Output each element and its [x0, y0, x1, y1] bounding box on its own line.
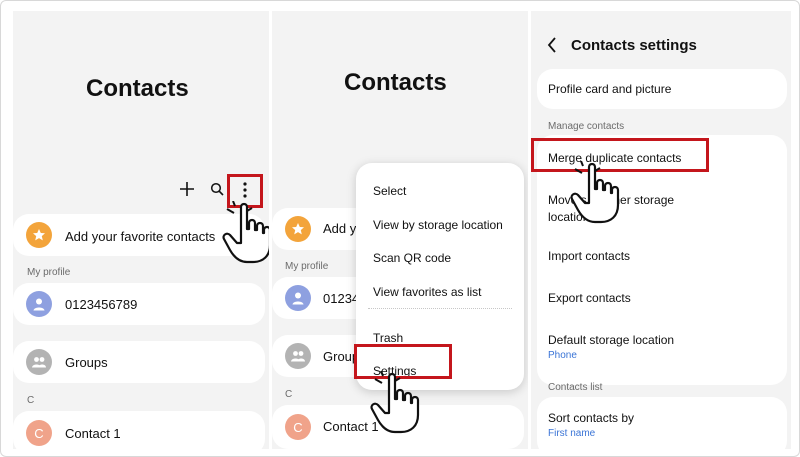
pointing-hand-icon [569, 160, 621, 225]
profile-card-row[interactable]: Profile card and picture [537, 69, 787, 109]
sort-contacts-row[interactable]: Sort contacts by First name [537, 397, 787, 449]
page-title: Contacts settings [571, 37, 697, 54]
profile-number: 0123456789 [65, 297, 138, 312]
profile-card-label: Profile card and picture [548, 82, 672, 96]
groups-icon [26, 349, 52, 375]
pointing-hand-icon [369, 370, 421, 435]
groups-icon [285, 343, 311, 369]
favorites-label: Add your favorite contacts [65, 229, 216, 244]
manage-contacts-header: Manage contacts [548, 121, 625, 132]
search-icon[interactable] [210, 182, 224, 196]
sort-contacts-value: First name [548, 428, 596, 439]
chevron-left-icon[interactable] [547, 37, 557, 53]
export-contacts-item[interactable]: Export contacts [548, 291, 631, 305]
menu-item-trash[interactable]: Trash [373, 331, 403, 345]
star-icon [285, 216, 311, 242]
plus-icon[interactable] [179, 181, 195, 197]
contact-avatar: C [26, 420, 52, 446]
import-contacts-item[interactable]: Import contacts [548, 249, 630, 263]
menu-divider [368, 308, 512, 309]
contacts-screen: Contacts Add your favorite contacts My p… [13, 11, 269, 449]
my-profile-header: My profile [27, 267, 71, 278]
contact-avatar: C [285, 414, 311, 440]
contacts-menu-screen: Contacts Add y My profile 01234 Group C … [272, 11, 528, 449]
profile-card[interactable]: 0123456789 [13, 283, 265, 325]
favorites-label: Add y [323, 221, 357, 236]
menu-item-favorites-list[interactable]: View favorites as list [373, 285, 482, 299]
pointing-hand-icon [221, 200, 269, 265]
page-title: Contacts [344, 69, 447, 96]
page-title: Contacts [86, 75, 189, 102]
contact-row[interactable]: C Contact 1 [13, 411, 265, 449]
menu-item-select[interactable]: Select [373, 184, 406, 198]
menu-item-view-by-storage[interactable]: View by storage location [373, 218, 503, 232]
groups-label: Groups [65, 355, 108, 370]
star-icon [26, 222, 52, 248]
person-icon [26, 291, 52, 317]
groups-card[interactable]: Groups [13, 341, 265, 383]
my-profile-header: My profile [285, 261, 329, 272]
person-icon [285, 285, 311, 311]
profile-number: 01234 [323, 291, 360, 306]
contacts-settings-screen: Contacts settings Profile card and pictu… [531, 11, 791, 449]
menu-item-scan-qr[interactable]: Scan QR code [373, 251, 451, 265]
section-letter: C [27, 395, 35, 406]
sort-contacts-label: Sort contacts by [548, 411, 635, 425]
screenshot-frame: Contacts Add your favorite contacts My p… [0, 0, 800, 457]
default-storage-item[interactable]: Default storage location [548, 333, 674, 347]
section-letter: C [285, 389, 293, 400]
contact-name: Contact 1 [65, 426, 121, 441]
contacts-list-header: Contacts list [548, 382, 603, 393]
default-storage-value: Phone [548, 350, 577, 361]
